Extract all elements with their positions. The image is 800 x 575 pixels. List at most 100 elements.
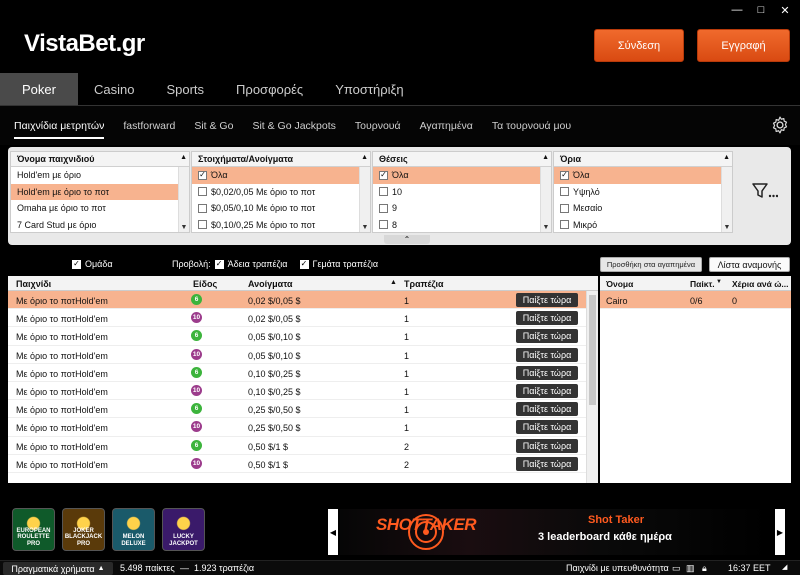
waiting-list-row[interactable]: Cairo 0/6 0 (600, 291, 791, 310)
waiting-list-button[interactable]: Λίστα αναμονής (709, 257, 790, 272)
game-type-item[interactable]: Hold'em με όριο το ποτ (11, 183, 189, 200)
maximize-icon[interactable]: □ (754, 4, 768, 17)
table-row[interactable]: Με όριο το ποτHold'em 6 0,10 $/0,25 $ 1 Παίξ… (8, 364, 598, 382)
limits-item[interactable]: Υψηλό (554, 184, 732, 201)
stakes-scrollbar[interactable]: ▼ (359, 167, 370, 232)
casino-game-thumbnail[interactable]: JOKER BLACKJACK PRO (62, 508, 105, 551)
seats-item[interactable]: ✓ Όλα (373, 167, 551, 184)
settings-gear-icon[interactable] (770, 115, 790, 135)
play-now-button[interactable]: Παίξτε τώρα (516, 311, 578, 326)
table-row[interactable]: Με όριο το ποτHold'em 6 0,02 $/0,05 $ 1 Παίξ… (8, 291, 598, 310)
tab-sports[interactable]: Sports (150, 73, 220, 105)
filter-funnel-icon[interactable] (752, 181, 778, 201)
col-tables-header[interactable]: Τραπέζια (404, 279, 444, 289)
tab-casino[interactable]: Casino (78, 73, 150, 105)
subtab-fastforward[interactable]: fastforward (123, 106, 175, 145)
checkbox-icon[interactable] (198, 187, 207, 197)
shot-taker-banner[interactable]: SHOTTAKER Shot Taker 3 leaderboard κάθε … (340, 509, 770, 555)
banner-next-icon[interactable]: ▶ (775, 509, 785, 555)
scroll-up-icon[interactable]: ▲ (542, 154, 549, 161)
checkbox-checked-icon[interactable]: ✓ (198, 170, 207, 180)
responsible-gaming-link[interactable]: Παιχνίδι με υπευθυνότητα (566, 563, 669, 573)
scroll-up-icon[interactable]: ▲ (180, 154, 187, 161)
register-button[interactable]: Εγγραφή (697, 29, 790, 62)
checkbox-icon[interactable] (198, 220, 207, 230)
seats-scrollbar[interactable]: ▼ (540, 167, 551, 232)
subtab-my-tournaments[interactable]: Τα τουρνουά μου (492, 106, 571, 145)
play-now-button[interactable]: Παίξτε τώρα (516, 365, 578, 380)
scroll-down-icon[interactable]: ▼ (722, 224, 732, 231)
play-now-button[interactable]: Παίξτε τώρα (516, 402, 578, 417)
table-row[interactable]: Με όριο το ποτHold'em 6 0,50 $/1 $ 2 Παίξτε … (8, 437, 598, 455)
checkbox-icon[interactable] (379, 203, 388, 213)
scroll-up-icon[interactable]: ▲ (723, 154, 730, 161)
scroll-down-icon[interactable]: ▼ (541, 224, 551, 231)
stakes-item[interactable]: ✓ Όλα (192, 167, 370, 184)
col-stakes-header[interactable]: Ανοίγματα (248, 279, 293, 289)
tab-poker[interactable]: Poker (0, 73, 78, 105)
seats-item[interactable]: 8 (373, 217, 551, 234)
subtab-sit-and-go[interactable]: Sit & Go (194, 106, 233, 145)
game-type-scrollbar[interactable]: ▼ (178, 167, 189, 232)
tab-support[interactable]: Υποστήριξη (319, 73, 419, 105)
table-row[interactable]: Με όριο το ποτHold'em 6 0,05 $/0,10 $ 1 Παίξ… (8, 327, 598, 346)
table-row[interactable]: Με όριο το ποτHold'em 6 0,25 $/0,50 $ 1 Παίξ… (8, 400, 598, 419)
col-hands-header[interactable]: Χέρια ανά ώ... (732, 279, 789, 289)
game-type-item[interactable]: 7 Card Stud με όριο (11, 217, 189, 234)
casino-game-thumbnail[interactable]: LUCKY JACKPOT (162, 508, 205, 551)
table-row[interactable]: Με όριο το ποτHold'em 10 0,02 $/0,05 $ 1 Παί… (8, 309, 598, 328)
checkbox-icon[interactable] (379, 220, 388, 230)
limits-item[interactable]: Μικρό (554, 217, 732, 234)
real-money-toggle[interactable]: Πραγματικά χρήματα ▲ (3, 562, 113, 575)
play-now-button[interactable]: Παίξτε τώρα (516, 420, 578, 435)
play-now-button[interactable]: Παίξτε τώρα (516, 456, 578, 471)
play-now-button[interactable]: Παίξτε τώρα (516, 293, 578, 307)
limits-item[interactable]: Μεσαίο (554, 200, 732, 217)
limits-item[interactable]: ✓ Όλα (554, 167, 732, 184)
table-row[interactable]: Με όριο το ποτHold'em 10 0,25 $/0,50 $ 1 Παί… (8, 418, 598, 437)
table-row[interactable]: Με όριο το ποτHold'em 10 0,50 $/1 $ 2 Παίξτε… (8, 455, 598, 473)
checkbox-checked-icon[interactable]: ✓ (560, 170, 569, 180)
group-option[interactable]: ✓ Ομάδα (72, 259, 113, 269)
checkbox-icon[interactable] (560, 187, 569, 197)
play-now-button[interactable]: Παίξτε τώρα (516, 383, 578, 398)
play-now-button[interactable]: Παίξτε τώρα (516, 347, 578, 362)
checkbox-icon[interactable] (198, 203, 207, 213)
collapse-filters-chevron-icon[interactable]: ⌃ (384, 235, 430, 244)
subtab-sit-and-go-jackpots[interactable]: Sit & Go Jackpots (252, 106, 335, 145)
close-icon[interactable]: ✕ (778, 4, 792, 17)
add-to-favorites-button[interactable]: Προσθήκη στα αγαπημένα (600, 257, 702, 272)
table-scrollbar-thumb[interactable] (589, 295, 596, 405)
casino-game-thumbnail[interactable]: MELON DELUXE (112, 508, 155, 551)
limits-scrollbar[interactable]: ▼ (721, 167, 732, 232)
col-players-header[interactable]: Παίκτ. (690, 279, 715, 289)
game-type-item[interactable]: Hold'em με όριο (11, 167, 189, 184)
tab-promotions[interactable]: Προσφορές (220, 73, 319, 105)
checkbox-checked-icon[interactable]: ✓ (299, 259, 309, 269)
col-game-header[interactable]: Παιχνίδι (16, 279, 51, 289)
login-button[interactable]: Σύνδεση (594, 29, 684, 62)
stakes-item[interactable]: $0,02/0,05 Με όριο το ποτ (192, 184, 370, 201)
casino-game-thumbnail[interactable]: EUROPEAN ROULETTE PRO (12, 508, 55, 551)
stakes-item[interactable]: $0,10/0,25 Με όριο το ποτ (192, 217, 370, 234)
table-scrollbar[interactable] (586, 291, 598, 483)
col-name-header[interactable]: Όνομα (606, 279, 633, 289)
seats-item[interactable]: 9 (373, 200, 551, 217)
checkbox-icon[interactable] (379, 187, 388, 197)
subtab-favorites[interactable]: Αγαπημένα (420, 106, 473, 145)
minimize-icon[interactable]: — (730, 4, 744, 17)
scroll-up-icon[interactable]: ▲ (361, 154, 368, 161)
checkbox-checked-icon[interactable]: ✓ (214, 259, 224, 269)
play-now-button[interactable]: Παίξτε τώρα (516, 438, 578, 453)
stakes-item[interactable]: $0,05/0,10 Με όριο το ποτ (192, 200, 370, 217)
game-type-item[interactable]: Omaha με όριο το ποτ (11, 200, 189, 217)
col-type-header[interactable]: Είδος (193, 279, 217, 289)
banner-prev-icon[interactable]: ◀ (328, 509, 338, 555)
checkbox-icon[interactable] (560, 220, 569, 230)
table-row[interactable]: Με όριο το ποτHold'em 10 0,05 $/0,10 $ 1 Παί… (8, 346, 598, 364)
scroll-down-icon[interactable]: ▼ (360, 224, 370, 231)
table-row[interactable]: Με όριο το ποτHold'em 10 0,10 $/0,25 $ 1 Παί… (8, 382, 598, 401)
play-now-button[interactable]: Παίξτε τώρα (516, 329, 578, 344)
checkbox-checked-icon[interactable]: ✓ (379, 170, 388, 180)
checkbox-checked-icon[interactable]: ✓ (72, 259, 81, 269)
